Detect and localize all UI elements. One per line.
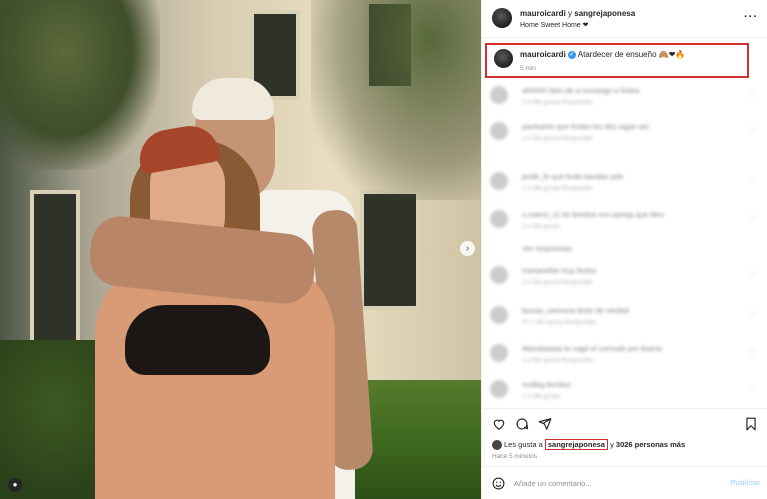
comment-meta: 1 d Me gusta	[522, 393, 560, 400]
list-item: paulsanto que lindos los dos sigan así 2…	[490, 120, 760, 150]
comment-text: roulbig bonitos	[522, 380, 571, 389]
post-header: mauroicardi y sangrejaponesa Home Sweet …	[482, 0, 767, 38]
comment-text: profe_fe qué lindo bandao jefe	[522, 172, 624, 181]
send-icon[interactable]	[538, 417, 552, 431]
comment-text: s.noemi_11 ke bonitos son pareja que dio…	[522, 210, 665, 219]
comment-text: marianelita muy lindos	[522, 266, 597, 275]
tree-foliage	[311, 0, 481, 200]
comment-text: lauraa_vannesa lindo de verdad	[522, 306, 629, 315]
avatar	[492, 440, 502, 451]
avatar[interactable]	[490, 344, 508, 362]
comment-text: Wandaaaaa te cagó el cornudo por buena	[522, 344, 662, 353]
list-item: marianelita muy lindos 1 d Me gusta Resp…	[490, 264, 760, 294]
avatar[interactable]	[490, 306, 508, 324]
comment-text: ahhhhh bien de a noviazgo a lindos	[522, 86, 641, 95]
comment-input[interactable]	[514, 476, 714, 491]
tree-foliage	[0, 0, 160, 170]
user-icon[interactable]: ●	[8, 478, 22, 492]
comment-text: paulsanto que lindos los dos sigan así	[522, 122, 649, 131]
comment-meta: 1 d Me gusta Responder	[522, 357, 594, 364]
heart-icon[interactable]	[492, 417, 506, 431]
man-hair	[192, 78, 274, 120]
post-photo[interactable]: › ●	[0, 0, 481, 499]
list-item: roulbig bonitos 1 d Me gusta ♡	[490, 378, 760, 408]
heart-icon[interactable]: ♡	[749, 90, 756, 99]
avatar[interactable]	[490, 380, 508, 398]
avatar[interactable]	[490, 86, 508, 104]
avatar[interactable]	[490, 266, 508, 284]
author-link[interactable]: mauroicardi	[520, 9, 566, 18]
comment-icon[interactable]	[515, 417, 529, 431]
comment-meta: 2 d Me gusta Responder	[522, 99, 594, 106]
post-authors: mauroicardi y sangrejaponesa	[520, 9, 635, 18]
heart-icon[interactable]: ♡	[749, 214, 756, 223]
comment-meta: 2 d Me gusta	[522, 223, 560, 230]
likes-summary: Les gusta a sangrejaponesa y 3026 person…	[492, 439, 685, 451]
author-joiner: y	[565, 9, 575, 18]
caption-text: Atardecer de ensueño 🙈❤🔥	[577, 50, 686, 59]
comment-list[interactable]: ahhhhh bien de a noviazgo a lindos 2 d M…	[482, 82, 767, 408]
heart-icon[interactable]: ♡	[749, 126, 756, 135]
publish-button[interactable]: Publicar	[730, 478, 760, 487]
view-replies[interactable]: Ver respuestas	[490, 242, 760, 256]
heart-icon[interactable]: ♡	[749, 384, 756, 393]
action-bar	[482, 408, 767, 438]
coauthor-link[interactable]: sangrejaponesa	[574, 9, 635, 18]
likes-count[interactable]: 3026 personas más	[616, 440, 685, 449]
bookmark-icon[interactable]	[744, 417, 758, 431]
chevron-right-icon[interactable]: ›	[460, 241, 475, 256]
avatar[interactable]	[492, 8, 512, 28]
location-label[interactable]: Home Sweet Home ❤	[520, 21, 589, 29]
list-item: profe_fe qué lindo bandao jefe 2 d Me gu…	[490, 170, 760, 200]
post-time: Hace 5 minutos	[492, 453, 538, 460]
window	[30, 190, 80, 350]
list-item: ahhhhh bien de a noviazgo a lindos 2 d M…	[490, 84, 760, 114]
heart-icon[interactable]: ♡	[749, 348, 756, 357]
verified-icon: ✓	[567, 50, 576, 59]
window	[360, 190, 420, 310]
caption-time: 5 min	[520, 65, 536, 72]
comment-meta: 1 d Me gusta Responder	[522, 279, 594, 286]
likes-middle: y	[607, 440, 616, 449]
more-dots-icon[interactable]: ···	[744, 11, 758, 23]
avatar[interactable]	[494, 49, 513, 68]
heart-icon[interactable]: ♡	[749, 176, 756, 185]
likes-prefix: Les gusta a	[504, 440, 545, 449]
list-item: lauraa_vannesa lindo de verdad 47 s Me g…	[490, 304, 760, 334]
bikini-top	[125, 305, 270, 375]
caption-highlight: mauroicardi ✓ Atardecer de ensueño 🙈❤🔥 5 m…	[485, 43, 749, 78]
comment-meta: 2 d Me gusta Responder	[522, 135, 594, 142]
comment-meta: 2 d Me gusta Responder	[522, 185, 594, 192]
comment-meta: 47 s Me gusta Responder	[522, 319, 597, 326]
avatar[interactable]	[490, 122, 508, 140]
caption-line: mauroicardi ✓ Atardecer de ensueño 🙈❤🔥	[520, 50, 685, 59]
list-item: s.noemi_11 ke bonitos son pareja que dio…	[490, 208, 760, 238]
liked-by-user[interactable]: sangrejaponesa	[544, 439, 608, 450]
smile-icon[interactable]	[492, 477, 505, 490]
caption-username[interactable]: mauroicardi	[520, 50, 566, 59]
heart-icon[interactable]: ♡	[749, 270, 756, 279]
add-comment-bar: Publicar	[482, 466, 767, 499]
avatar[interactable]	[490, 210, 508, 228]
view-replies-label[interactable]: Ver respuestas	[522, 244, 572, 253]
post-panel: mauroicardi y sangrejaponesa Home Sweet …	[481, 0, 767, 499]
list-item: Wandaaaaa te cagó el cornudo por buena 1…	[490, 342, 760, 372]
heart-icon[interactable]: ♡	[749, 310, 756, 319]
avatar[interactable]	[490, 172, 508, 190]
